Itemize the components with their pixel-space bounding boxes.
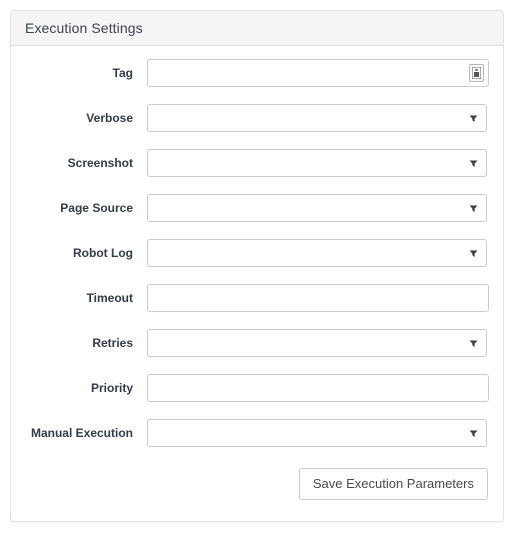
robot-log-select[interactable]	[147, 239, 487, 267]
field-wrap-priority	[147, 374, 489, 402]
timeout-input[interactable]	[147, 284, 489, 312]
field-wrap-robot-log	[147, 239, 489, 267]
label-screenshot: Screenshot	[67, 156, 133, 170]
field-wrap-tag	[147, 59, 489, 87]
form-row-priority: Priority	[25, 374, 489, 402]
tag-input[interactable]	[147, 59, 489, 87]
priority-input[interactable]	[147, 374, 489, 402]
label-priority: Priority	[90, 381, 133, 395]
save-execution-parameters-button[interactable]: Save Execution Parameters	[298, 468, 488, 500]
screenshot-select[interactable]	[147, 149, 487, 177]
field-wrap-page-source	[147, 194, 489, 222]
label-verbose: Verbose	[86, 111, 133, 125]
chevron-down-icon	[469, 204, 478, 213]
chevron-down-icon	[469, 249, 478, 258]
label-robot-log: Robot Log	[73, 246, 133, 260]
form-row-tag: Tag	[25, 59, 489, 87]
form-row-page-source: Page Source	[25, 194, 489, 222]
retries-select[interactable]	[147, 329, 487, 357]
label-manual-execution: Manual Execution	[30, 426, 133, 440]
execution-settings-form: Tag Verbose Screenshot Page Source Robot Log…	[11, 46, 503, 447]
field-wrap-retries	[147, 329, 489, 357]
chevron-down-icon	[469, 429, 478, 438]
manual-execution-select[interactable]	[147, 419, 487, 447]
label-retries: Retries	[92, 336, 133, 350]
form-row-screenshot: Screenshot	[25, 149, 489, 177]
form-row-timeout: Timeout	[25, 284, 489, 312]
chevron-down-icon	[469, 114, 478, 123]
field-wrap-screenshot	[147, 149, 489, 177]
field-wrap-verbose	[147, 104, 489, 132]
form-row-verbose: Verbose	[25, 104, 489, 132]
field-wrap-timeout	[147, 284, 489, 312]
chevron-down-icon	[469, 159, 478, 168]
chevron-down-icon	[469, 339, 478, 348]
label-timeout: Timeout	[86, 291, 133, 305]
tag-picker-icon[interactable]	[469, 64, 484, 82]
verbose-select[interactable]	[147, 104, 487, 132]
form-row-robot-log: Robot Log	[25, 239, 489, 267]
field-wrap-manual-execution	[147, 419, 489, 447]
label-page-source: Page Source	[60, 201, 133, 215]
page-title: Execution Settings	[25, 20, 143, 36]
form-footer: Save Execution Parameters	[11, 464, 503, 500]
form-row-retries: Retries	[25, 329, 489, 357]
form-row-manual-execution: Manual Execution	[25, 419, 489, 447]
label-tag: Tag	[112, 66, 133, 80]
panel-header: Execution Settings	[11, 11, 503, 46]
execution-settings-panel: Execution Settings Tag Verbose Screenshot P…	[10, 10, 504, 522]
page-source-select[interactable]	[147, 194, 487, 222]
